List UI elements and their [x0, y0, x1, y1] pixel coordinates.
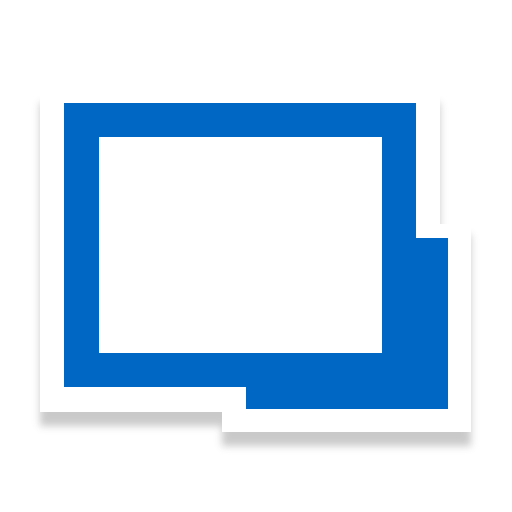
monitor-screen	[99, 137, 382, 353]
remote-desktop-app-icon	[40, 92, 471, 446]
app-icon-canvas	[0, 0, 512, 512]
